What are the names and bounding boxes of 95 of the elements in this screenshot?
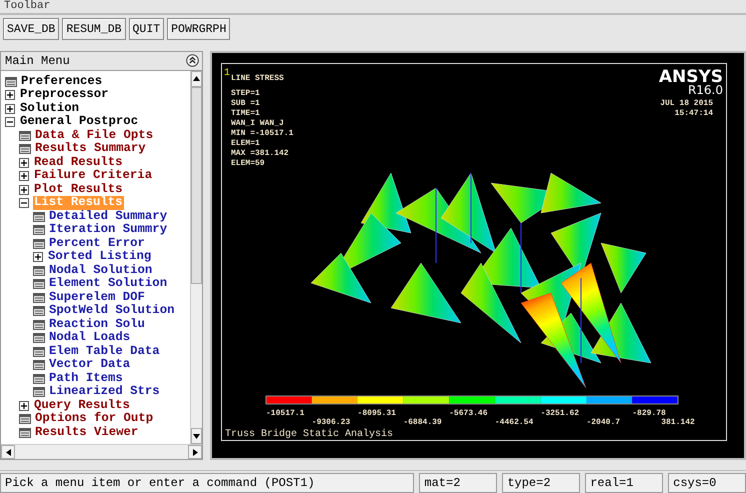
- form-icon: [19, 144, 31, 154]
- time-text: 15:47:14: [674, 108, 713, 118]
- form-icon: [33, 306, 45, 316]
- menu-item[interactable]: Solution: [19, 102, 80, 116]
- window-number: 1: [224, 68, 230, 79]
- plot-title: LINE STRESS: [231, 74, 284, 83]
- toolbar-button[interactable]: RESUM_DB: [62, 18, 126, 40]
- collapse-icon[interactable]: [186, 54, 199, 68]
- form-icon: [33, 292, 45, 303]
- info-line: WAN_I WAN_J: [231, 118, 284, 128]
- menu-item[interactable]: Data & File Opts: [34, 128, 154, 142]
- expand-icon[interactable]: [33, 252, 43, 262]
- menu-item[interactable]: Sorted Listing: [47, 250, 152, 264]
- legend-label: -6884.39: [403, 418, 442, 427]
- legend-label: -10517.1: [266, 408, 304, 418]
- menu-item[interactable]: Results Viewer: [34, 426, 140, 440]
- legend-label: -9306.23: [312, 418, 350, 427]
- status-field: type=2: [502, 473, 580, 493]
- menu-item[interactable]: Element Solution: [48, 277, 168, 291]
- menu-item[interactable]: Iteration Summry: [48, 223, 168, 237]
- legend-label: -3251.62: [540, 408, 580, 418]
- toolbar-title: Toolbar: [3, 0, 52, 13]
- form-icon: [33, 320, 45, 330]
- scroll-down-icon[interactable]: [193, 434, 200, 438]
- menu-item[interactable]: Elem Table Data: [48, 344, 161, 358]
- info-line: STEP=1: [231, 88, 260, 98]
- form-icon: [33, 346, 45, 357]
- form-icon: [33, 374, 45, 384]
- toolbar-button[interactable]: QUIT: [128, 18, 164, 40]
- command-prompt: Pick a menu item or enter a command (POST1): [0, 473, 414, 493]
- menu-item[interactable]: Plot Results: [33, 182, 124, 196]
- form-icon: [33, 333, 45, 344]
- expand-icon[interactable]: [19, 400, 29, 411]
- menu-item[interactable]: Query Results: [33, 398, 131, 412]
- menu-item[interactable]: Nodal Solution: [48, 264, 154, 278]
- form-icon: [33, 266, 45, 276]
- form-icon: [5, 76, 17, 87]
- form-icon: [19, 414, 31, 424]
- legend-label: -2040.7: [586, 418, 620, 427]
- menu-item[interactable]: Read Results: [33, 156, 124, 170]
- collapse-icon[interactable]: [5, 117, 15, 128]
- info-line: MIN =-10517.1: [231, 128, 294, 138]
- menu-item[interactable]: Preprocessor: [19, 88, 110, 102]
- plot-caption: Truss Bridge Static Analysis: [225, 428, 394, 440]
- menu-item[interactable]: General Postproc: [19, 115, 140, 129]
- date-text: JUL 18 2015: [660, 98, 713, 108]
- info-line: MAX =381.142: [231, 148, 289, 158]
- main-menu-title: Main Menu: [5, 54, 70, 68]
- menu-item[interactable]: Detailed Summary: [48, 210, 168, 224]
- form-icon: [19, 130, 31, 141]
- form-icon: [33, 279, 45, 290]
- status-field: csys=0: [668, 473, 746, 493]
- form-icon: [33, 225, 45, 236]
- form-icon: [19, 428, 31, 438]
- menu-item[interactable]: Nodal Loads: [48, 331, 132, 345]
- legend-label: -829.78: [632, 408, 666, 418]
- menu-item[interactable]: Percent Error: [48, 236, 146, 250]
- form-icon: [33, 238, 45, 249]
- info-line: ELEM=59: [231, 158, 265, 168]
- menu-item[interactable]: SpotWeld Solution: [48, 304, 176, 318]
- scroll-left-icon[interactable]: [6, 448, 10, 456]
- legend-label: -5673.46: [449, 408, 488, 418]
- scroll-up-icon[interactable]: [193, 76, 200, 82]
- toolbar-button[interactable]: POWRGRPH: [167, 18, 230, 40]
- expand-icon[interactable]: [19, 158, 29, 168]
- legend-label: 381.142: [661, 418, 695, 427]
- form-icon: [33, 360, 45, 370]
- info-line: SUB =1: [231, 98, 260, 108]
- menu-item[interactable]: Options for Outp: [34, 412, 154, 426]
- status-field: mat=2: [419, 473, 498, 493]
- menu-item[interactable]: Reaction Solu: [48, 318, 146, 332]
- menu-item[interactable]: Superelem DOF: [48, 290, 146, 304]
- info-line: TIME=1: [231, 108, 260, 118]
- form-icon: [33, 387, 45, 398]
- menu-item[interactable]: Failure Criteria: [33, 169, 154, 183]
- info-line: ELEM=1: [231, 138, 260, 148]
- legend-label: -4462.54: [494, 418, 534, 427]
- status-field: real=1: [585, 473, 664, 493]
- menu-item[interactable]: Results Summary: [34, 142, 147, 156]
- expand-icon[interactable]: [5, 104, 15, 114]
- menu-item[interactable]: Path Items: [48, 372, 124, 386]
- scroll-right-icon[interactable]: [192, 448, 198, 456]
- version-text: R16.0: [688, 82, 723, 97]
- expand-icon[interactable]: [5, 90, 15, 100]
- horizontal-scrollbar[interactable]: [1, 444, 202, 459]
- menu-item[interactable]: Preferences: [20, 74, 104, 88]
- toolbar-button[interactable]: SAVE_DB: [3, 18, 60, 40]
- legend-label: -8095.31: [358, 408, 396, 418]
- expand-icon[interactable]: [19, 184, 29, 195]
- expand-icon[interactable]: [19, 171, 29, 182]
- menu-item[interactable]: Linearized Strs: [48, 385, 161, 399]
- menu-item[interactable]: Vector Data: [48, 358, 132, 372]
- vertical-scrollbar[interactable]: [190, 70, 202, 444]
- collapse-icon[interactable]: [19, 198, 29, 208]
- form-icon: [33, 212, 45, 222]
